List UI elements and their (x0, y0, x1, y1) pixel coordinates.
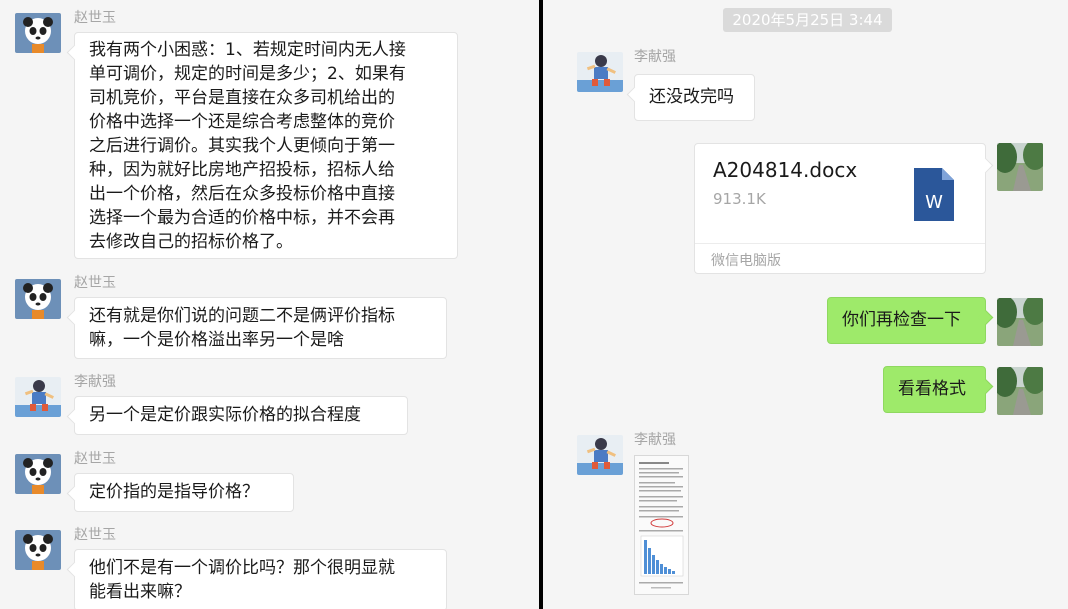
message-bubble[interactable]: 他们不是有一个调价比吗？那个很明显就 能看出来嘛？ (74, 549, 447, 609)
message-text-line: 我有两个小困惑：1、若规定时间内无人接 (89, 40, 406, 60)
message-bubble[interactable]: 定价指的是指导价格？ (74, 473, 294, 512)
message-text-line: 司机竞价，平台是直接在众多司机给出的 (89, 88, 395, 108)
message-bubble[interactable]: 我有两个小困惑：1、若规定时间内无人接 单可调价，规定的时间是多少；2、如果有 … (74, 32, 458, 259)
tree-road-avatar-icon[interactable] (997, 367, 1043, 415)
image-message-thumbnail[interactable] (634, 455, 689, 595)
message-text: 还没改完吗 (649, 87, 734, 107)
tree-road-avatar-icon[interactable] (997, 143, 1043, 191)
message-bubble[interactable]: 还没改完吗 (634, 74, 755, 121)
panda-avatar-icon[interactable] (15, 530, 61, 570)
message-text-line: 他们不是有一个调价比吗？那个很明显就 (89, 558, 395, 578)
message-text-line: 定价指的是指导价格？ (89, 482, 259, 502)
word-document-icon: W (914, 168, 954, 221)
message-text-line: 单可调价，规定的时间是多少；2、如果有 (89, 64, 406, 84)
message-text-line: 之后进行调价。其实我个人更倾向于第一 (89, 136, 395, 156)
sender-name: 赵世玉 (74, 275, 116, 291)
right-chat-pane: 2020年5月25日 3:44 李献强 还没改完吗 A204814.docx 9… (543, 0, 1068, 609)
file-attachment-card[interactable]: A204814.docx 913.1K W 微信电脑版 (694, 143, 986, 274)
file-name: A204814.docx (713, 158, 858, 182)
message-text-line: 还有就是你们说的问题二不是俩评价指标 (89, 306, 395, 326)
message-text-line: 价格中选择一个还是综合考虑整体的竞价 (89, 112, 395, 132)
sender-name: 李献强 (634, 432, 676, 448)
message-text: 看看格式 (898, 379, 966, 399)
sent-message-bubble[interactable]: 看看格式 (883, 366, 986, 413)
message-bubble[interactable]: 还有就是你们说的问题二不是俩评价指标 嘛，一个是价格溢出率另一个是啥 (74, 297, 447, 359)
sender-name: 赵世玉 (74, 527, 116, 543)
message-text: 你们再检查一下 (842, 310, 961, 330)
file-size: 913.1K (713, 190, 766, 208)
file-card-divider (695, 243, 985, 244)
sender-name: 李献强 (634, 49, 676, 65)
message-text-line: 嘛，一个是价格溢出率另一个是啥 (89, 330, 344, 350)
sent-message-bubble[interactable]: 你们再检查一下 (827, 297, 986, 344)
message-text-line: 出一个价格，然后在众多投标价格中直接 (89, 184, 395, 204)
tree-road-avatar-icon[interactable] (997, 298, 1043, 346)
left-chat-pane: 赵世玉 我有两个小困惑：1、若规定时间内无人接 单可调价，规定的时间是多少；2、… (0, 0, 539, 609)
message-text-line: 另一个是定价跟实际价格的拟合程度 (89, 405, 361, 425)
panda-avatar-icon[interactable] (15, 454, 61, 494)
message-text-line: 去修改自己的招标价格了。 (89, 232, 293, 252)
cartoon-runner-avatar-icon[interactable] (15, 377, 61, 417)
sender-name: 赵世玉 (74, 10, 116, 26)
panda-avatar-icon[interactable] (15, 13, 61, 53)
sender-name: 李献强 (74, 374, 116, 390)
panda-avatar-icon[interactable] (15, 279, 61, 319)
cartoon-runner-avatar-icon[interactable] (577, 435, 623, 475)
word-icon-letter: W (925, 192, 943, 213)
message-bubble[interactable]: 另一个是定价跟实际价格的拟合程度 (74, 396, 408, 435)
message-text-line: 种，因为就好比房地产招投标，招标人给 (89, 160, 395, 180)
sender-name: 赵世玉 (74, 451, 116, 467)
message-text-line: 选择一个最为合适的价格中标，并不会再 (89, 208, 395, 228)
file-source-label: 微信电脑版 (711, 253, 781, 269)
cartoon-runner-avatar-icon[interactable] (577, 52, 623, 92)
message-text-line: 能看出来嘛？ (89, 582, 191, 602)
timestamp-badge: 2020年5月25日 3:44 (723, 8, 892, 32)
